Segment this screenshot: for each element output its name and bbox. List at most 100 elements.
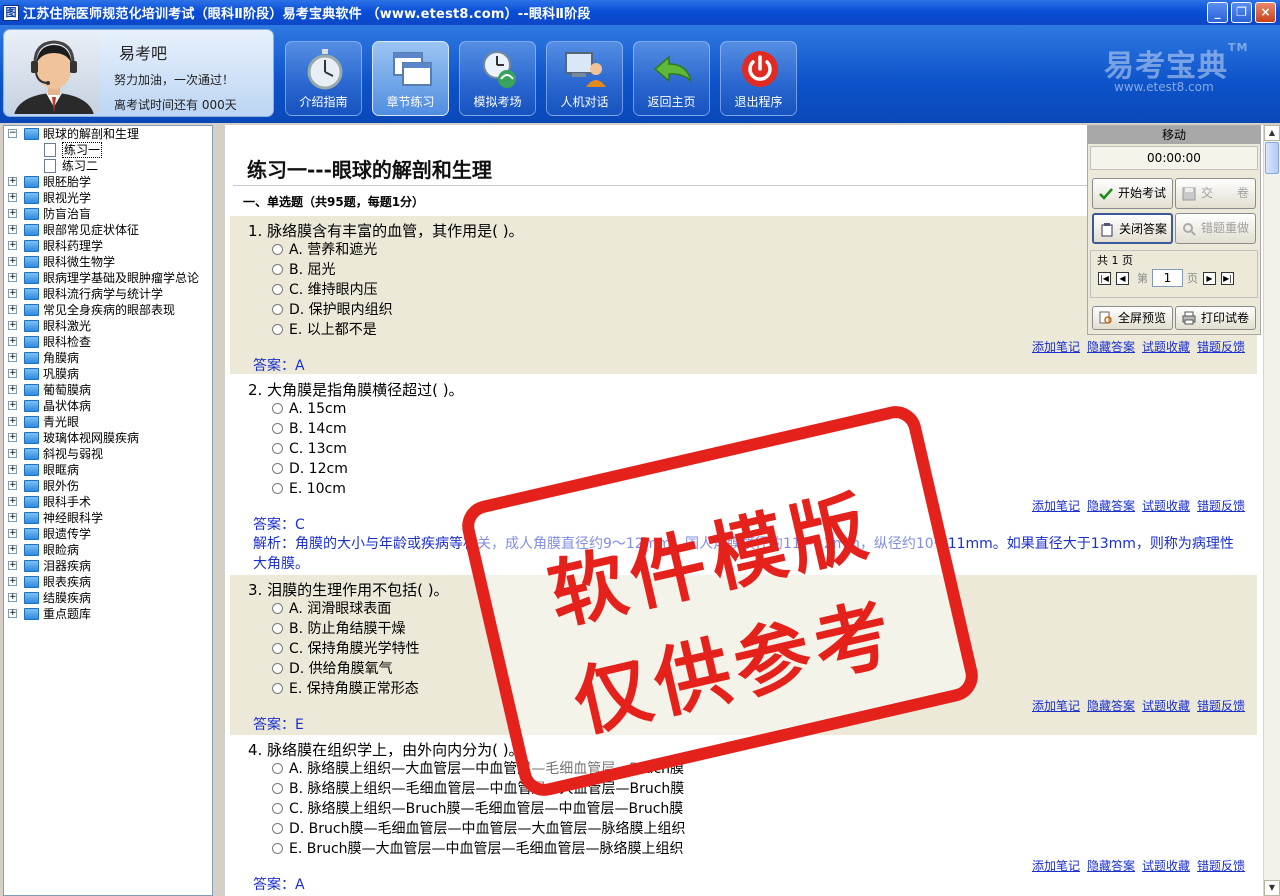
page-number-input[interactable]: 1 (1152, 269, 1183, 287)
nav-chapter-practice-button[interactable]: 章节练习 (372, 41, 449, 116)
hide-answer-link[interactable]: 隐藏答案 (1087, 859, 1135, 873)
expand-icon[interactable]: + (8, 193, 17, 202)
error-feedback-link[interactable]: 错题反馈 (1197, 340, 1245, 354)
tree-item[interactable]: + 眼外伤 (4, 478, 212, 494)
option-d[interactable]: D. Bruch膜—毛细血管层—中血管层—大血管层—脉络膜上组织 (272, 819, 685, 839)
expand-icon[interactable]: + (8, 561, 17, 570)
scroll-thumb[interactable] (1265, 142, 1279, 174)
tree-item[interactable]: + 斜视与弱视 (4, 446, 212, 462)
expand-icon[interactable]: + (8, 401, 17, 410)
add-note-link[interactable]: 添加笔记 (1032, 699, 1080, 713)
tree-item[interactable]: + 眼病理学基础及眼肿瘤学总论 (4, 270, 212, 286)
option-b[interactable]: B. 防止角结膜干燥 (272, 619, 406, 639)
next-page-button[interactable]: ▶ (1203, 272, 1216, 285)
vertical-scrollbar[interactable]: ▲ ▼ (1263, 125, 1280, 896)
expand-icon[interactable]: + (8, 177, 17, 186)
favorite-question-link[interactable]: 试题收藏 (1142, 340, 1190, 354)
option-b[interactable]: B. 屈光 (272, 260, 336, 280)
expand-icon[interactable]: + (8, 529, 17, 538)
fullscreen-preview-button[interactable]: 全屏预览 (1092, 306, 1173, 330)
radio-button[interactable] (272, 423, 283, 434)
tree-item[interactable]: + 眼科流行病学与统计学 (4, 286, 212, 302)
collapse-icon[interactable]: − (8, 129, 17, 138)
nav-mock-exam-button[interactable]: 模拟考场 (459, 41, 536, 116)
radio-button[interactable] (272, 783, 283, 794)
tree-item[interactable]: + 神经眼科学 (4, 510, 212, 526)
option-c[interactable]: C. 保持角膜光学特性 (272, 639, 420, 659)
expand-icon[interactable]: + (8, 305, 17, 314)
tree-item[interactable]: + 眼睑病 (4, 542, 212, 558)
tree-item[interactable]: + 眼科药理学 (4, 238, 212, 254)
tree-item[interactable]: + 眼遗传学 (4, 526, 212, 542)
radio-button[interactable] (272, 843, 283, 854)
tree-item[interactable]: + 结膜疾病 (4, 590, 212, 606)
redo-wrong-button[interactable]: 错题重做 (1175, 213, 1256, 244)
radio-button[interactable] (272, 763, 283, 774)
option-e[interactable]: E. 以上都不是 (272, 320, 377, 340)
error-feedback-link[interactable]: 错题反馈 (1197, 699, 1245, 713)
radio-button[interactable] (272, 663, 283, 674)
error-feedback-link[interactable]: 错题反馈 (1197, 859, 1245, 873)
radio-button[interactable] (272, 244, 283, 255)
option-a[interactable]: A. 润滑眼球表面 (272, 599, 391, 619)
hide-answer-link[interactable]: 隐藏答案 (1087, 499, 1135, 513)
radio-button[interactable] (272, 463, 283, 474)
option-e[interactable]: E. 10cm (272, 479, 346, 499)
option-c[interactable]: C. 13cm (272, 439, 347, 459)
expand-icon[interactable]: + (8, 257, 17, 266)
tree-item[interactable]: + 常见全身疾病的眼部表现 (4, 302, 212, 318)
nav-return-home-button[interactable]: 返回主页 (633, 41, 710, 116)
expand-icon[interactable]: + (8, 481, 17, 490)
option-b[interactable]: B. 14cm (272, 419, 347, 439)
nav-intro-guide-button[interactable]: 介绍指南 (285, 41, 362, 116)
favorite-question-link[interactable]: 试题收藏 (1142, 499, 1190, 513)
tree-item[interactable]: + 眼科手术 (4, 494, 212, 510)
radio-button[interactable] (272, 304, 283, 315)
start-exam-button[interactable]: 开始考试 (1092, 178, 1173, 209)
close-answer-button[interactable]: 关闭答案 (1092, 213, 1173, 244)
prev-page-button[interactable]: ◀ (1116, 272, 1129, 285)
first-page-button[interactable]: |◀ (1098, 272, 1111, 285)
expand-icon[interactable]: + (8, 417, 17, 426)
expand-icon[interactable]: + (8, 337, 17, 346)
add-note-link[interactable]: 添加笔记 (1032, 340, 1080, 354)
expand-icon[interactable]: + (8, 465, 17, 474)
tree-item[interactable]: + 眼部常见症状体征 (4, 222, 212, 238)
submit-exam-button[interactable]: 交 卷 (1175, 178, 1256, 209)
last-page-button[interactable]: ▶| (1221, 272, 1234, 285)
scroll-down-button[interactable]: ▼ (1264, 880, 1280, 896)
expand-icon[interactable]: + (8, 273, 17, 282)
minimize-button[interactable]: _ (1207, 2, 1228, 23)
expand-icon[interactable]: + (8, 289, 17, 298)
radio-button[interactable] (272, 284, 283, 295)
expand-icon[interactable]: + (8, 369, 17, 378)
radio-button[interactable] (272, 483, 283, 494)
option-a[interactable]: A. 15cm (272, 399, 346, 419)
expand-icon[interactable]: + (8, 593, 17, 602)
print-exam-button[interactable]: 打印试卷 (1175, 306, 1256, 330)
radio-button[interactable] (272, 443, 283, 454)
maximize-button[interactable]: ❐ (1231, 2, 1252, 23)
tree-item[interactable]: + 重点题库 (4, 606, 212, 622)
expand-icon[interactable]: + (8, 449, 17, 458)
tree-item[interactable]: 练习一 (4, 142, 212, 158)
option-a[interactable]: A. 营养和遮光 (272, 240, 377, 260)
tree-item[interactable]: + 眼科微生物学 (4, 254, 212, 270)
scroll-up-button[interactable]: ▲ (1264, 125, 1280, 141)
option-b[interactable]: B. 脉络膜上组织—毛细血管层—中血管层—大血管层—Bruch膜 (272, 779, 684, 799)
tree-item[interactable]: + 眼视光学 (4, 190, 212, 206)
expand-icon[interactable]: + (8, 513, 17, 522)
radio-button[interactable] (272, 623, 283, 634)
expand-icon[interactable]: + (8, 225, 17, 234)
add-note-link[interactable]: 添加笔记 (1032, 499, 1080, 513)
radio-button[interactable] (272, 603, 283, 614)
tree-item[interactable]: + 巩膜病 (4, 366, 212, 382)
favorite-question-link[interactable]: 试题收藏 (1142, 859, 1190, 873)
tree-item[interactable]: + 玻璃体视网膜疾病 (4, 430, 212, 446)
add-note-link[interactable]: 添加笔记 (1032, 859, 1080, 873)
expand-icon[interactable]: + (8, 577, 17, 586)
tree-item[interactable]: + 防盲治盲 (4, 206, 212, 222)
expand-icon[interactable]: + (8, 433, 17, 442)
expand-icon[interactable]: + (8, 209, 17, 218)
tree-item[interactable]: + 青光眼 (4, 414, 212, 430)
